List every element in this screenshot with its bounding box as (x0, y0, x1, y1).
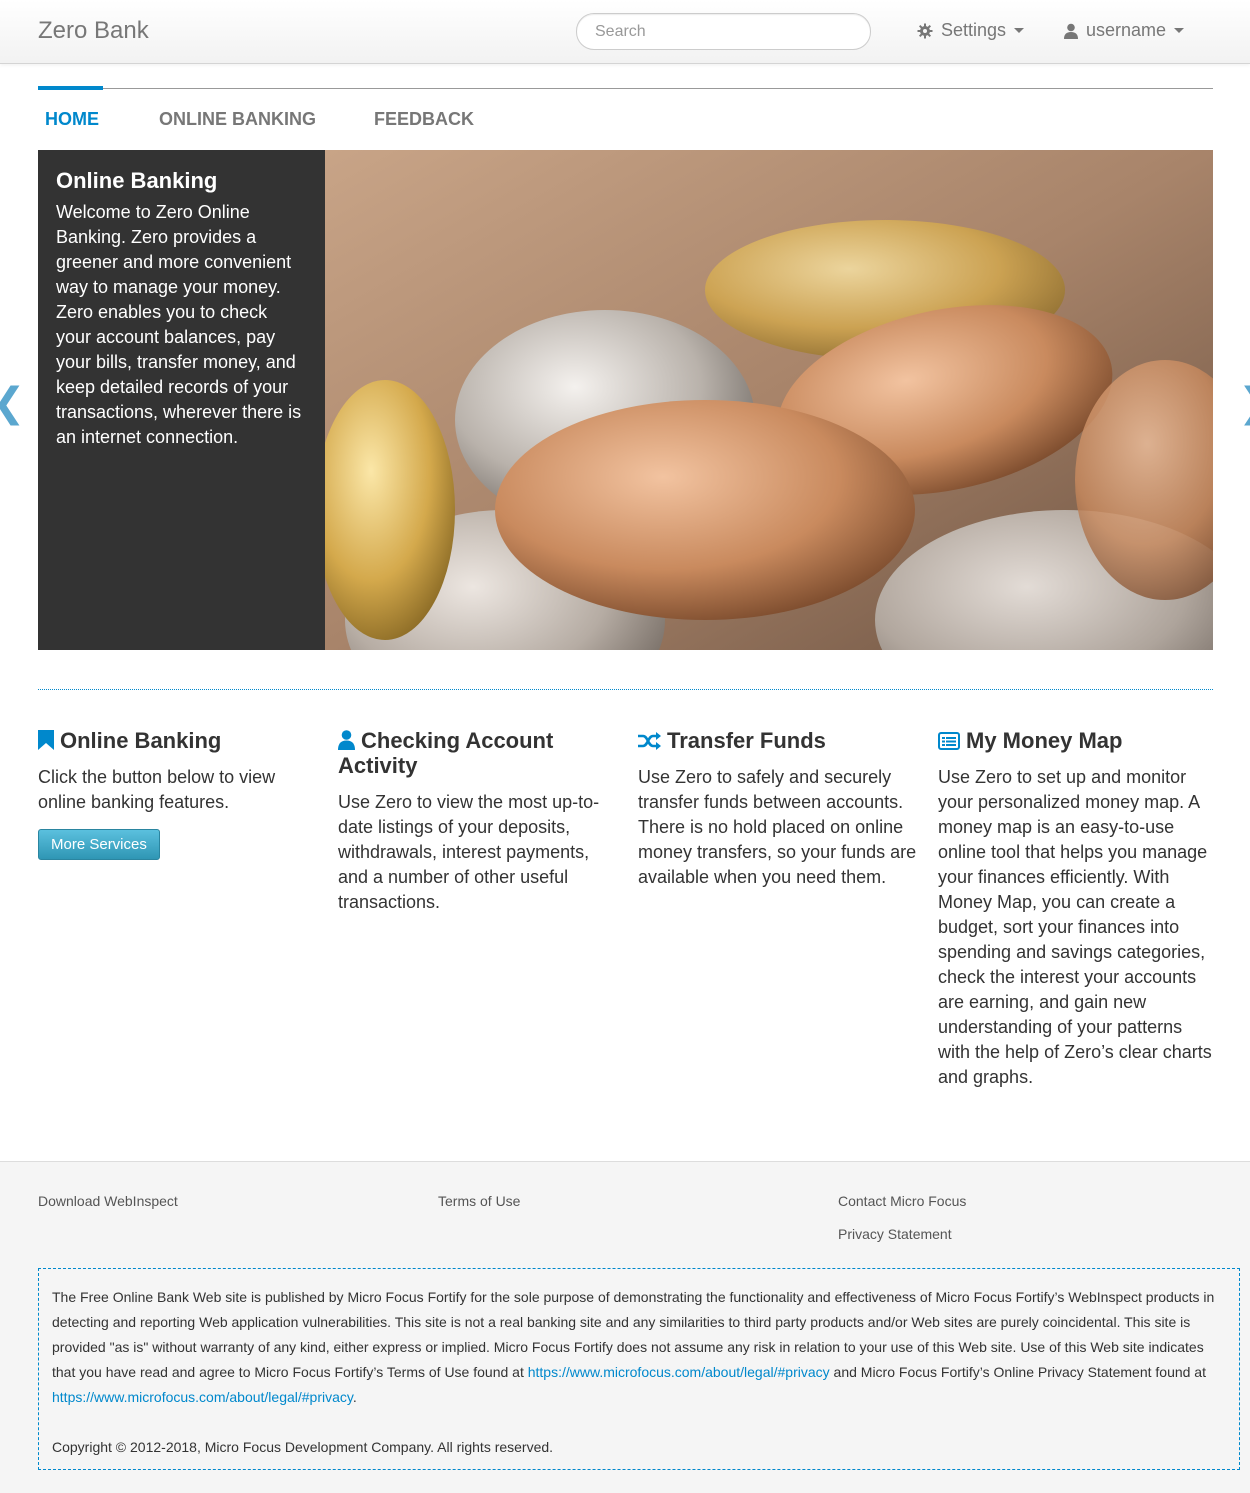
feature-title: My Money Map (938, 728, 1218, 753)
download-webinspect-link[interactable]: Download WebInspect (38, 1193, 178, 1209)
settings-label: Settings (941, 20, 1007, 40)
feature-text: Use Zero to view the most up-to-date lis… (338, 792, 600, 912)
user-icon (338, 730, 355, 750)
feature-text: Use Zero to set up and monitor your pers… (938, 767, 1212, 1087)
shuffle-icon (638, 732, 661, 750)
feature-text: Click the button below to view online ba… (38, 767, 276, 812)
disclaimer-part: and Micro Focus Fortify’s Online Privacy… (829, 1364, 1206, 1380)
feature-title: Transfer Funds (638, 728, 918, 753)
coins-image (325, 150, 1213, 650)
disclaimer-text: The Free Online Bank Web site is publish… (52, 1285, 1226, 1410)
user-icon (1064, 23, 1078, 39)
gear-icon (917, 23, 933, 38)
more-services-button[interactable]: More Services (38, 829, 160, 860)
carousel-next-icon[interactable]: ❯ (1238, 380, 1250, 426)
hero-caption: Online Banking Welcome to Zero Online Ba… (38, 150, 325, 650)
hero-carousel: Online Banking Welcome to Zero Online Ba… (38, 150, 1213, 650)
disclaimer-box: The Free Online Bank Web site is publish… (38, 1268, 1240, 1470)
chevron-down-icon (1174, 28, 1185, 33)
feature-title-text: Checking Account Activity (338, 728, 554, 778)
user-dropdown[interactable]: username (1064, 20, 1185, 41)
copyright: Copyright © 2012-2018, Micro Focus Devel… (52, 1439, 554, 1455)
bookmark-icon (38, 730, 54, 750)
tabs-divider (38, 88, 1213, 89)
footer: Download WebInspect Terms of Use Contact… (0, 1161, 1250, 1493)
section-divider (38, 689, 1213, 690)
user-label: username (1086, 20, 1167, 40)
settings-dropdown[interactable]: Settings (917, 20, 1025, 41)
feature-money-map: My Money Map Use Zero to set up and moni… (938, 728, 1218, 1090)
privacy-link-2[interactable]: https://www.microfocus.com/about/legal/#… (52, 1389, 353, 1405)
hero-title: Online Banking (56, 168, 218, 193)
feature-title: Online Banking (38, 728, 318, 753)
feature-text: Use Zero to safely and securely transfer… (638, 767, 917, 887)
active-tab-indicator (38, 86, 103, 90)
disclaimer-part: . (352, 1389, 357, 1405)
feature-title: Checking Account Activity (338, 728, 618, 778)
tab-home[interactable]: HOME (45, 109, 99, 130)
search-input[interactable] (576, 13, 871, 50)
contact-micro-focus-link[interactable]: Contact Micro Focus (838, 1193, 966, 1209)
terms-of-use-link[interactable]: Terms of Use (438, 1193, 520, 1209)
privacy-link-1[interactable]: https://www.microfocus.com/about/legal/#… (528, 1364, 830, 1380)
list-alt-icon (938, 732, 960, 750)
feature-title-text: Online Banking (60, 728, 222, 753)
feature-checking-activity: Checking Account Activity Use Zero to vi… (338, 728, 618, 915)
top-navbar: Zero Bank Settings username (0, 0, 1250, 64)
brand-logo[interactable]: Zero Bank (38, 17, 149, 45)
carousel-prev-icon[interactable]: ❮ (0, 380, 26, 426)
hero-text: Welcome to Zero Online Banking. Zero pro… (56, 202, 302, 447)
feature-title-text: My Money Map (966, 728, 1123, 753)
tab-online-banking[interactable]: ONLINE BANKING (159, 109, 316, 130)
feature-transfer-funds: Transfer Funds Use Zero to safely and se… (638, 728, 918, 890)
feature-online-banking: Online Banking Click the button below to… (38, 728, 318, 860)
feature-title-text: Transfer Funds (667, 728, 826, 753)
privacy-statement-link[interactable]: Privacy Statement (838, 1226, 952, 1242)
tab-feedback[interactable]: FEEDBACK (374, 109, 474, 130)
chevron-down-icon (1014, 28, 1025, 33)
